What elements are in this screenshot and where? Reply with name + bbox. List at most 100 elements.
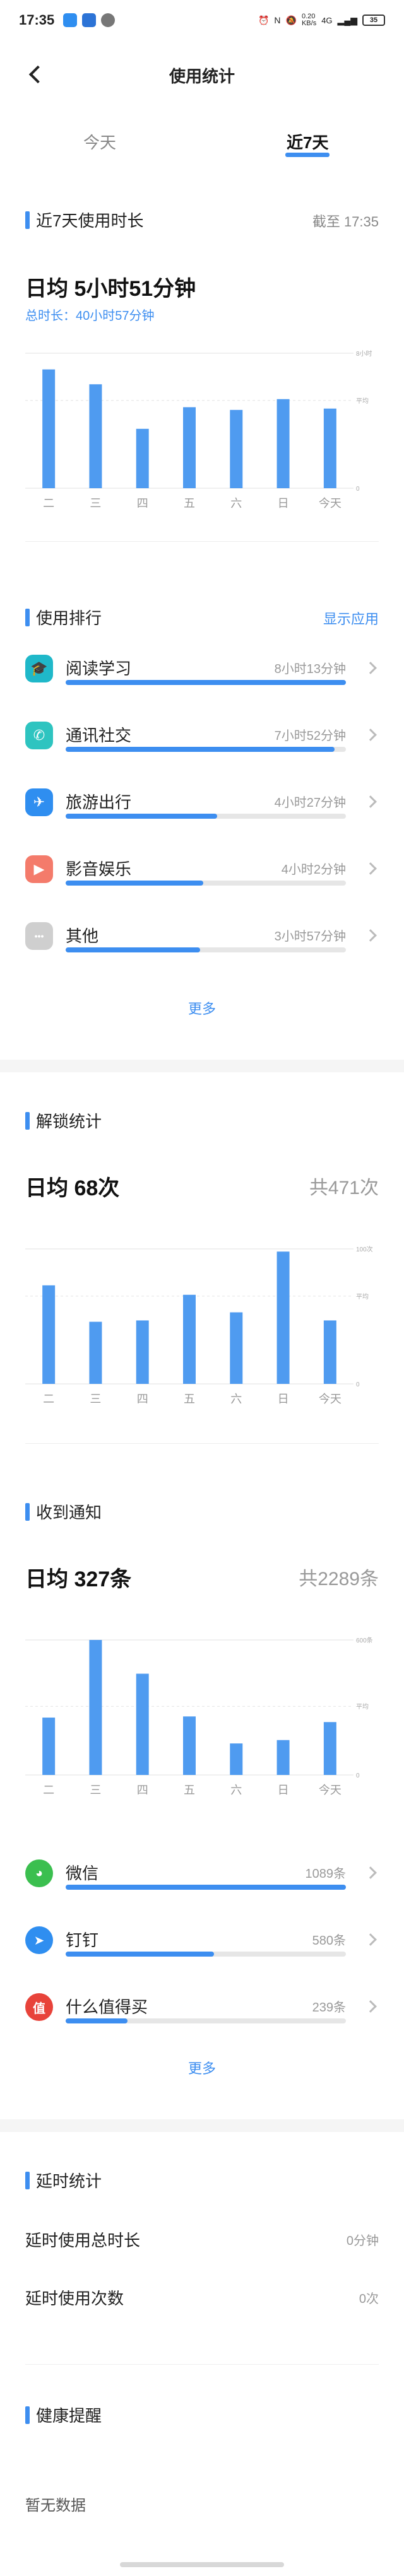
x-tick-label: 五 xyxy=(184,1784,195,1796)
chart-bar[interactable] xyxy=(136,1673,149,1776)
notify-item[interactable]: ➤ 钉钉 580条 xyxy=(25,1921,379,1972)
ranking-item-value: 4小时27分钟 xyxy=(274,796,346,810)
x-tick-label: 今天 xyxy=(319,497,342,510)
section-gap xyxy=(0,2119,404,2132)
usage-average: 日均 5小时51分钟 xyxy=(25,277,196,301)
chart-bar[interactable] xyxy=(89,1321,102,1384)
notify-progress-fill xyxy=(66,1885,346,1890)
notify-progress-fill xyxy=(66,1952,215,1957)
notify-title: 收到通知 xyxy=(36,1503,102,1522)
chart-bar[interactable] xyxy=(183,1716,196,1775)
notify-item-value: 239条 xyxy=(312,2001,346,2015)
chevron-right-icon xyxy=(364,862,377,875)
phone-icon: ✆ xyxy=(25,722,53,749)
chart-bar[interactable] xyxy=(276,1740,290,1775)
chart-bar[interactable] xyxy=(42,1718,56,1775)
chevron-right-icon xyxy=(364,729,377,741)
notify-total: 共2289条 xyxy=(299,1569,379,1590)
notify-progress-track xyxy=(66,1885,346,1890)
notify-more-link[interactable]: 更多 xyxy=(0,2058,404,2078)
x-tick-label: 五 xyxy=(184,497,195,510)
gridline-top-label: 100次 xyxy=(356,1245,373,1253)
chart-bar[interactable] xyxy=(136,428,149,488)
chart-bar[interactable] xyxy=(183,407,196,488)
chart-bar[interactable] xyxy=(89,1640,102,1775)
unlock-title: 解锁统计 xyxy=(36,1112,102,1131)
ranking-item-name: 通讯社交 xyxy=(66,726,132,745)
chevron-right-icon xyxy=(364,1933,377,1946)
ranking-item-name: 影音娱乐 xyxy=(66,860,132,879)
x-tick-label: 日 xyxy=(278,1784,289,1796)
x-tick-label: 三 xyxy=(90,1784,101,1796)
notification-settings-icon xyxy=(101,13,116,27)
nfc-icon: N xyxy=(274,15,281,25)
show-apps-link[interactable]: 显示应用 xyxy=(323,608,379,628)
unlock-average: 日均 68次 xyxy=(25,1176,120,1200)
gridline-zero-label: 0 xyxy=(356,486,360,493)
unlock-total: 共471次 xyxy=(309,1178,379,1198)
ranking-item-name: 旅游出行 xyxy=(66,793,132,812)
chart-bar[interactable] xyxy=(136,1320,149,1384)
chart-bar[interactable] xyxy=(276,1251,290,1384)
home-indicator[interactable] xyxy=(120,2562,284,2567)
chart-bar[interactable] xyxy=(323,1320,336,1384)
notify-progress-track xyxy=(66,1952,346,1957)
chevron-right-icon xyxy=(364,795,377,808)
ranking-progress-fill xyxy=(66,947,201,952)
section-gap xyxy=(0,1060,404,1072)
chart-bar[interactable] xyxy=(230,1312,243,1384)
x-tick-label: 今天 xyxy=(319,1393,342,1405)
notify-item[interactable]: 值什么值得买 239条 xyxy=(25,1988,379,2039)
gridline-average-label: 平均 xyxy=(356,1703,369,1711)
chart-bar[interactable] xyxy=(89,384,102,488)
x-tick-label: 四 xyxy=(137,1784,148,1796)
ranking-item[interactable]: ••• 其他 3小时57分钟 xyxy=(25,917,379,968)
ranking-item[interactable]: ✈ 旅游出行 4小时27分钟 xyxy=(25,783,379,834)
x-tick-label: 四 xyxy=(137,497,148,510)
usage-total: 总时长：40小时57分钟 xyxy=(25,309,155,323)
smzdm-icon: 值 xyxy=(25,1993,53,2021)
ranking-item-value: 8小时13分钟 xyxy=(274,662,346,676)
x-tick-label: 日 xyxy=(278,497,289,510)
ranking-section-header: 使用排行 xyxy=(25,606,102,629)
chart-bar[interactable] xyxy=(230,1743,243,1775)
usage-title: 近7天使用时长 xyxy=(36,211,144,230)
ranking-item-name: 其他 xyxy=(66,927,99,946)
chart-bar[interactable] xyxy=(42,369,56,488)
chart-bar[interactable] xyxy=(183,1294,196,1384)
ranking-progress-track xyxy=(66,881,346,886)
divider xyxy=(25,2364,379,2365)
alarm-icon: ⏰ xyxy=(258,15,270,25)
ranking-more-link[interactable]: 更多 xyxy=(0,998,404,1018)
chart-bar[interactable] xyxy=(276,399,290,488)
usage-chart: 8小时平均 0 二 三 四 五 六 日 今天 xyxy=(25,350,372,510)
signal-icon: ▂▄▆ xyxy=(337,15,357,25)
ranking-item[interactable]: ▶ 影音娱乐 4小时2分钟 xyxy=(25,850,379,901)
chart-bar[interactable] xyxy=(323,1722,336,1775)
ranking-progress-fill xyxy=(66,747,335,752)
notify-item[interactable]: ◕ 微信 1089条 xyxy=(25,1854,379,1905)
back-icon[interactable] xyxy=(23,62,48,87)
ranking-item-name: 阅读学习 xyxy=(66,659,132,678)
ranking-item[interactable]: ✆ 通讯社交 7小时52分钟 xyxy=(25,717,379,767)
play-icon: ▶ xyxy=(25,855,53,883)
notify-item-name: 什么值得买 xyxy=(66,1998,148,2017)
tab-today[interactable]: 今天 xyxy=(83,130,116,153)
x-tick-label: 六 xyxy=(230,497,242,510)
divider xyxy=(25,1443,379,1444)
page-title: 使用统计 xyxy=(169,66,235,86)
divider xyxy=(25,541,379,542)
chart-bar[interactable] xyxy=(42,1285,56,1384)
health-empty: 暂无数据 xyxy=(25,2497,86,2514)
tab-7days[interactable]: 近7天 xyxy=(287,130,328,153)
ranking-item[interactable]: 🎓 阅读学习 8小时13分钟 xyxy=(25,650,379,700)
mute-icon: 🔕 xyxy=(285,15,297,25)
chart-bar[interactable] xyxy=(230,409,243,488)
chart-bar[interactable] xyxy=(323,408,336,488)
section-marker xyxy=(25,1111,30,1130)
ranking-title: 使用排行 xyxy=(36,609,102,628)
x-tick-label: 二 xyxy=(43,497,54,510)
tab-indicator xyxy=(285,153,330,157)
x-tick-label: 日 xyxy=(278,1393,289,1405)
ranking-item-value: 4小时2分钟 xyxy=(281,863,346,877)
